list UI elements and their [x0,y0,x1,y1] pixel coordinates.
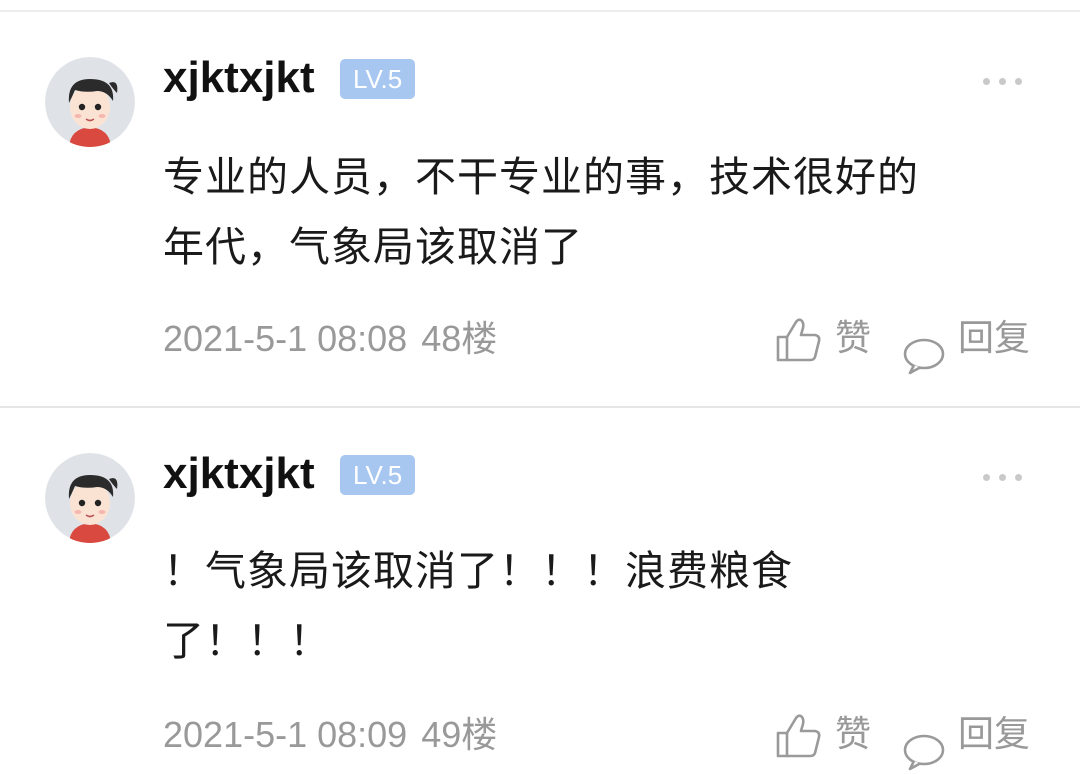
comment-time: 2021-5-1 08:08 [163,318,408,359]
speech-bubble-icon[interactable] [902,733,946,771]
speech-bubble-icon[interactable] [902,337,946,375]
avatar[interactable] [45,453,135,543]
comment-line: 年代，气象局该取消了 [163,223,583,271]
avatar-image [45,57,135,147]
comment-meta: 2021-5-1 08:09 49楼 [163,710,497,760]
username[interactable]: xjktxjkt [163,446,315,502]
thumbs-up-icon[interactable] [774,317,822,363]
floor-number: 48楼 [421,318,498,359]
comment-meta: 2021-5-1 08:08 48楼 [163,314,497,364]
reply-label[interactable]: 回复 [958,314,1030,364]
comment-content: 专业的人员，不干专业的事，技术很好的 年代，气象局该取消了 [163,142,1043,282]
avatar-image [45,453,135,543]
more-dots-icon[interactable] [983,474,1023,482]
comment-time: 2021-5-1 08:09 [163,714,408,755]
comment-content: ！气象局该取消了！！！浪费粮食 了！！！ [163,536,903,676]
level-badge: LV.5 [340,455,416,495]
more-dots-icon[interactable] [983,78,1023,86]
comment-line: 了！！！ [163,617,331,665]
level-badge: LV.5 [340,59,416,99]
like-label[interactable]: 赞 [835,710,871,760]
like-label[interactable]: 赞 [835,314,871,364]
comment-line: 专业的人员，不干专业的事，技术很好的 [163,153,919,201]
comment-line: ！气象局该取消了！！！浪费粮食 [163,547,793,595]
comment-item: xjktxjkt LV.5 专业的人员，不干专业的事，技术很好的 年代，气象局该… [0,12,1080,406]
floor-number: 49楼 [421,714,498,755]
avatar[interactable] [45,57,135,147]
reply-label[interactable]: 回复 [958,710,1030,760]
comment-item: xjktxjkt LV.5 ！气象局该取消了！！！浪费粮食 了！！！ 2021-… [0,408,1080,774]
username[interactable]: xjktxjkt [163,50,315,106]
thumbs-up-icon[interactable] [774,713,822,759]
